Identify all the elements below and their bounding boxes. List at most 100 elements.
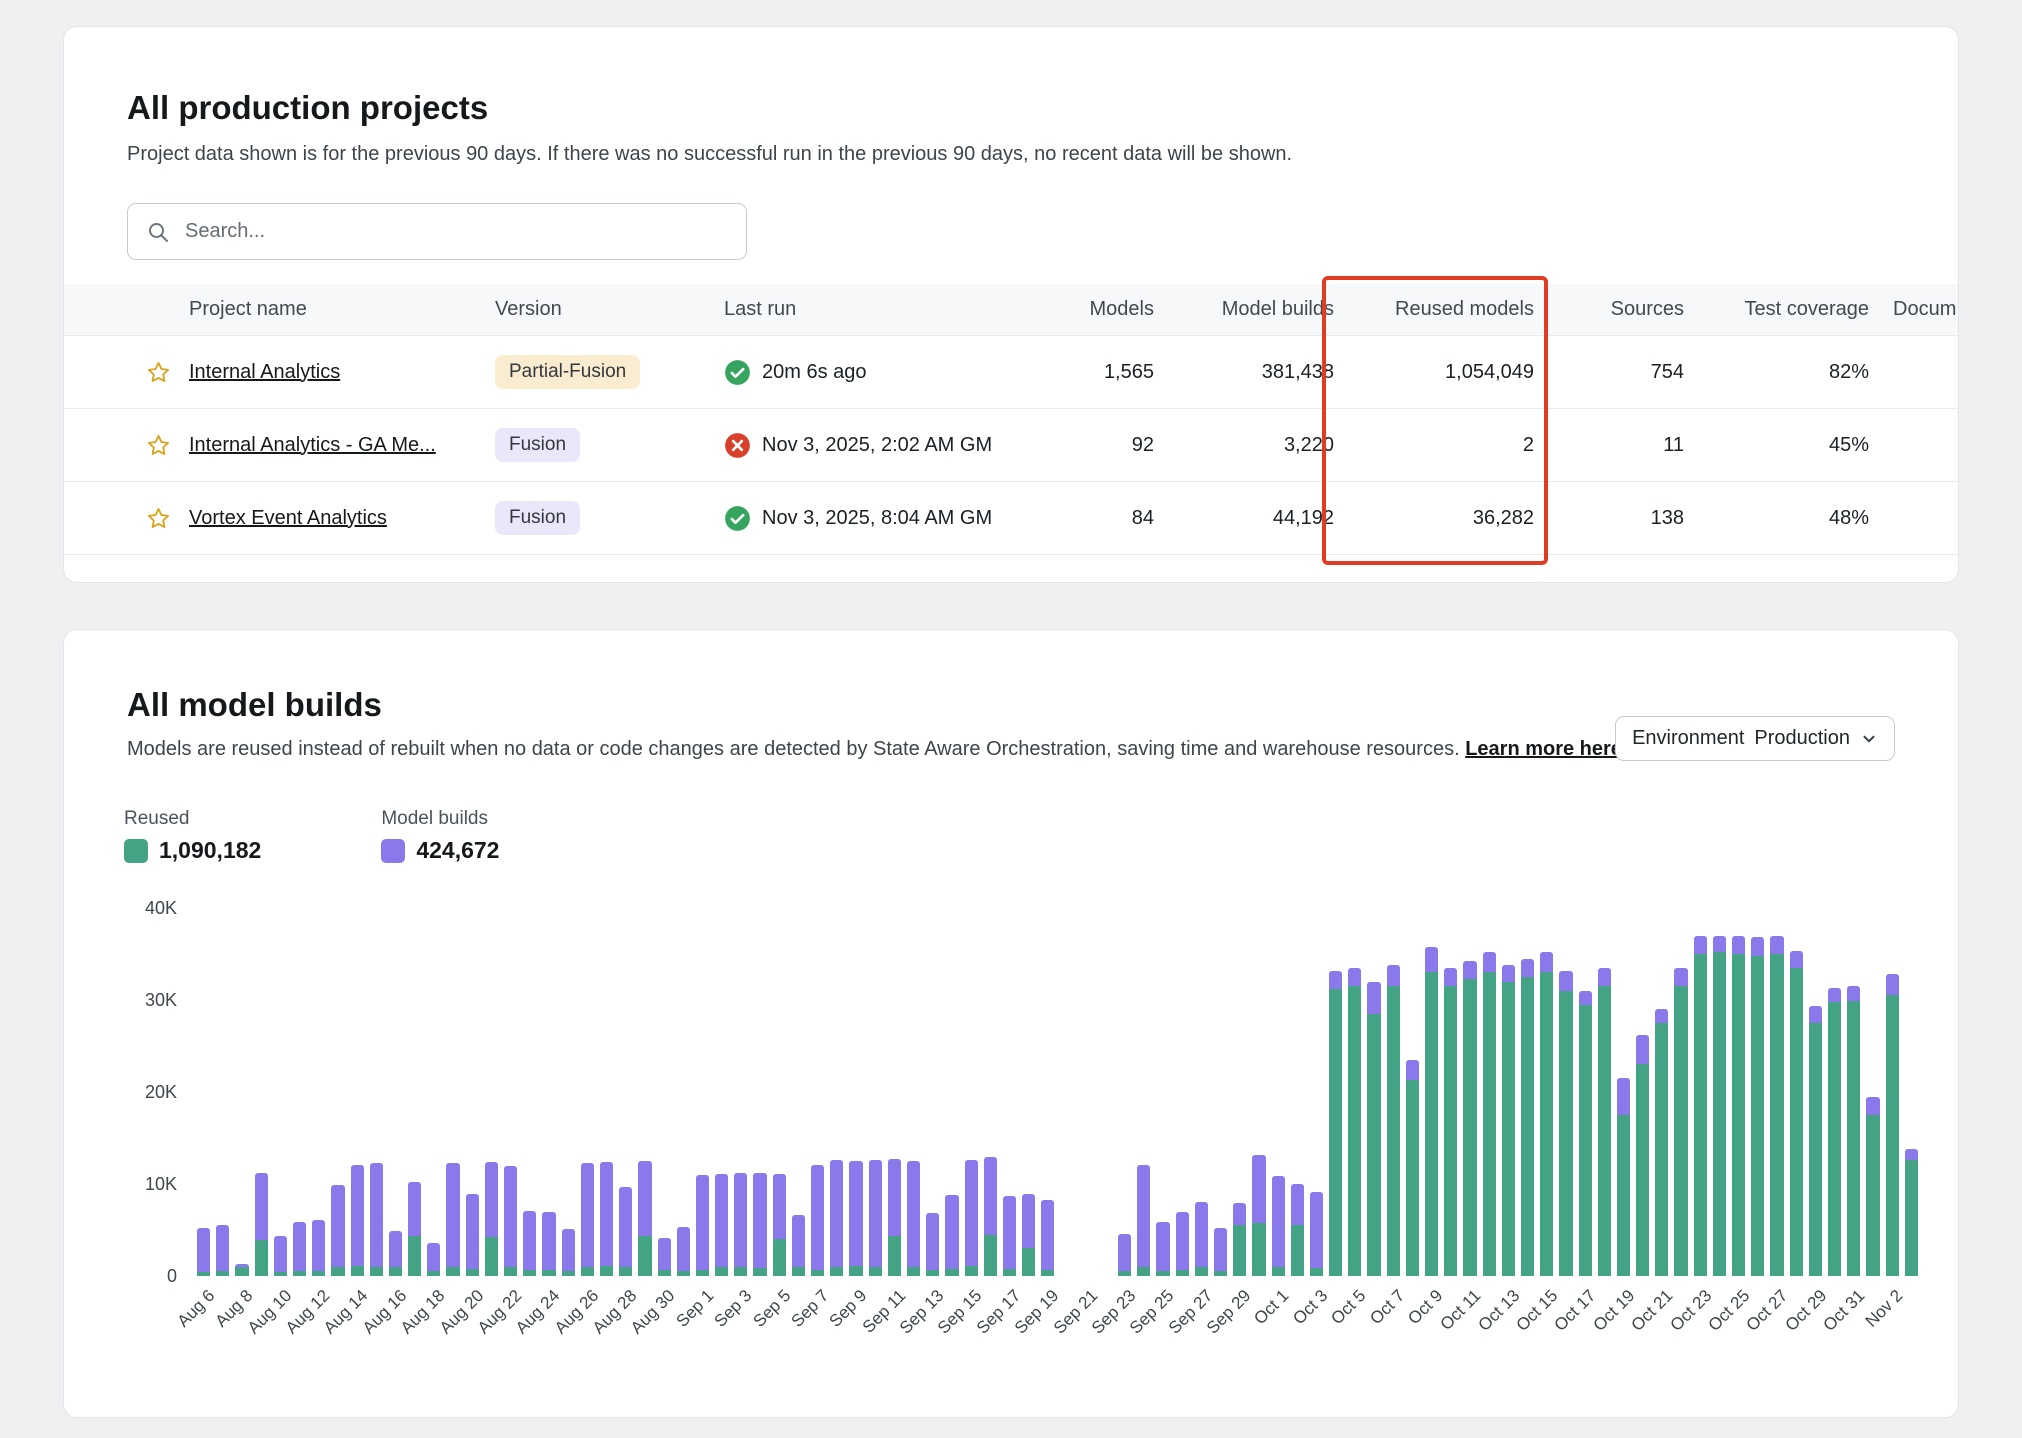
bar-oct-30[interactable] bbox=[1828, 908, 1841, 1276]
column-header[interactable]: Test coverage bbox=[1684, 298, 1869, 321]
search-input[interactable] bbox=[183, 219, 728, 244]
bar-sep-3[interactable]: Sep 3 bbox=[734, 908, 747, 1276]
bar-sep-20[interactable] bbox=[1060, 908, 1073, 1276]
column-header[interactable]: Reused models bbox=[1334, 298, 1534, 321]
bar-oct-9[interactable]: Oct 9 bbox=[1425, 908, 1438, 1276]
bar-sep-2[interactable] bbox=[715, 908, 728, 1276]
bar-aug-6[interactable]: Aug 6 bbox=[197, 908, 210, 1276]
bar-oct-13[interactable]: Oct 13 bbox=[1502, 908, 1515, 1276]
bar-oct-29[interactable]: Oct 29 bbox=[1809, 908, 1822, 1276]
bar-aug-24[interactable]: Aug 24 bbox=[542, 908, 555, 1276]
bar-oct-14[interactable] bbox=[1521, 908, 1534, 1276]
bar-sep-8[interactable] bbox=[830, 908, 843, 1276]
bar-oct-17[interactable]: Oct 17 bbox=[1579, 908, 1592, 1276]
column-header[interactable]: Model builds bbox=[1154, 298, 1334, 321]
bar-oct-24[interactable] bbox=[1713, 908, 1726, 1276]
bar-oct-6[interactable] bbox=[1367, 908, 1380, 1276]
column-header[interactable]: Docum bbox=[1869, 298, 1959, 321]
bar-aug-16[interactable]: Aug 16 bbox=[389, 908, 402, 1276]
bar-oct-1[interactable]: Oct 1 bbox=[1272, 908, 1285, 1276]
bar-oct-11[interactable]: Oct 11 bbox=[1463, 908, 1476, 1276]
bar-oct-20[interactable] bbox=[1636, 908, 1649, 1276]
bar-nov-2[interactable]: Nov 2 bbox=[1886, 908, 1899, 1276]
column-header[interactable]: Models bbox=[1014, 298, 1154, 321]
bar-sep-13[interactable]: Sep 13 bbox=[926, 908, 939, 1276]
bar-oct-7[interactable]: Oct 7 bbox=[1387, 908, 1400, 1276]
bar-aug-27[interactable] bbox=[600, 908, 613, 1276]
learn-more-link[interactable]: Learn more here. bbox=[1465, 738, 1627, 760]
bar-aug-30[interactable]: Aug 30 bbox=[658, 908, 671, 1276]
search-box[interactable] bbox=[127, 203, 747, 260]
favorite-star-icon[interactable] bbox=[145, 359, 172, 386]
bar-nov-3[interactable] bbox=[1905, 908, 1918, 1276]
bar-aug-8[interactable]: Aug 8 bbox=[235, 908, 248, 1276]
column-header[interactable]: Last run bbox=[724, 298, 1014, 321]
bar-oct-10[interactable] bbox=[1444, 908, 1457, 1276]
bar-aug-28[interactable]: Aug 28 bbox=[619, 908, 632, 1276]
bar-aug-25[interactable] bbox=[562, 908, 575, 1276]
bar-sep-9[interactable]: Sep 9 bbox=[849, 908, 862, 1276]
bar-oct-18[interactable] bbox=[1598, 908, 1611, 1276]
bar-aug-17[interactable] bbox=[408, 908, 421, 1276]
project-name-link[interactable]: Vortex Event Analytics bbox=[189, 507, 387, 529]
bar-oct-19[interactable]: Oct 19 bbox=[1617, 908, 1630, 1276]
bar-oct-15[interactable]: Oct 15 bbox=[1540, 908, 1553, 1276]
favorite-star-icon[interactable] bbox=[145, 505, 172, 532]
column-header[interactable]: Version bbox=[495, 298, 724, 321]
favorite-star-icon[interactable] bbox=[145, 432, 172, 459]
bar-oct-8[interactable] bbox=[1406, 908, 1419, 1276]
bar-aug-15[interactable] bbox=[370, 908, 383, 1276]
project-name-link[interactable]: Internal Analytics bbox=[189, 361, 340, 383]
bar-sep-15[interactable]: Sep 15 bbox=[965, 908, 978, 1276]
bar-sep-24[interactable] bbox=[1137, 908, 1150, 1276]
bar-sep-25[interactable]: Sep 25 bbox=[1156, 908, 1169, 1276]
bar-aug-26[interactable]: Aug 26 bbox=[581, 908, 594, 1276]
bar-sep-29[interactable]: Sep 29 bbox=[1233, 908, 1246, 1276]
bar-oct-23[interactable]: Oct 23 bbox=[1694, 908, 1707, 1276]
bar-oct-3[interactable]: Oct 3 bbox=[1310, 908, 1323, 1276]
bar-aug-13[interactable] bbox=[331, 908, 344, 1276]
bar-sep-23[interactable]: Sep 23 bbox=[1118, 908, 1131, 1276]
bar-aug-19[interactable] bbox=[446, 908, 459, 1276]
bar-aug-9[interactable] bbox=[255, 908, 268, 1276]
bar-aug-18[interactable]: Aug 18 bbox=[427, 908, 440, 1276]
bar-sep-12[interactable] bbox=[907, 908, 920, 1276]
bar-oct-22[interactable] bbox=[1674, 908, 1687, 1276]
bar-oct-26[interactable] bbox=[1751, 908, 1764, 1276]
bar-sep-14[interactable] bbox=[945, 908, 958, 1276]
bar-sep-30[interactable] bbox=[1252, 908, 1265, 1276]
bar-sep-22[interactable] bbox=[1099, 908, 1112, 1276]
bar-aug-23[interactable] bbox=[523, 908, 536, 1276]
project-name-link[interactable]: Internal Analytics - GA Me... bbox=[189, 434, 436, 456]
bar-sep-27[interactable]: Sep 27 bbox=[1195, 908, 1208, 1276]
bar-sep-19[interactable]: Sep 19 bbox=[1041, 908, 1054, 1276]
bar-aug-11[interactable] bbox=[293, 908, 306, 1276]
bar-sep-16[interactable] bbox=[984, 908, 997, 1276]
bar-oct-31[interactable]: Oct 31 bbox=[1847, 908, 1860, 1276]
bar-aug-31[interactable] bbox=[677, 908, 690, 1276]
bar-sep-11[interactable]: Sep 11 bbox=[888, 908, 901, 1276]
bar-sep-17[interactable]: Sep 17 bbox=[1003, 908, 1016, 1276]
bar-oct-4[interactable] bbox=[1329, 908, 1342, 1276]
bar-sep-7[interactable]: Sep 7 bbox=[811, 908, 824, 1276]
bar-aug-29[interactable] bbox=[638, 908, 651, 1276]
bar-sep-6[interactable] bbox=[792, 908, 805, 1276]
bar-aug-7[interactable] bbox=[216, 908, 229, 1276]
bar-aug-10[interactable]: Aug 10 bbox=[274, 908, 287, 1276]
bar-sep-21[interactable]: Sep 21 bbox=[1080, 908, 1093, 1276]
bar-nov-1[interactable] bbox=[1866, 908, 1879, 1276]
bar-aug-14[interactable]: Aug 14 bbox=[351, 908, 364, 1276]
bar-sep-10[interactable] bbox=[869, 908, 882, 1276]
bar-aug-21[interactable] bbox=[485, 908, 498, 1276]
column-header[interactable]: Project name bbox=[189, 298, 495, 321]
bar-oct-27[interactable]: Oct 27 bbox=[1770, 908, 1783, 1276]
bar-oct-2[interactable] bbox=[1291, 908, 1304, 1276]
bar-aug-12[interactable]: Aug 12 bbox=[312, 908, 325, 1276]
bar-oct-12[interactable] bbox=[1483, 908, 1496, 1276]
bar-sep-18[interactable] bbox=[1022, 908, 1035, 1276]
bar-aug-20[interactable]: Aug 20 bbox=[466, 908, 479, 1276]
bar-oct-16[interactable] bbox=[1559, 908, 1572, 1276]
bar-oct-28[interactable] bbox=[1790, 908, 1803, 1276]
bar-oct-5[interactable]: Oct 5 bbox=[1348, 908, 1361, 1276]
bar-sep-4[interactable] bbox=[753, 908, 766, 1276]
